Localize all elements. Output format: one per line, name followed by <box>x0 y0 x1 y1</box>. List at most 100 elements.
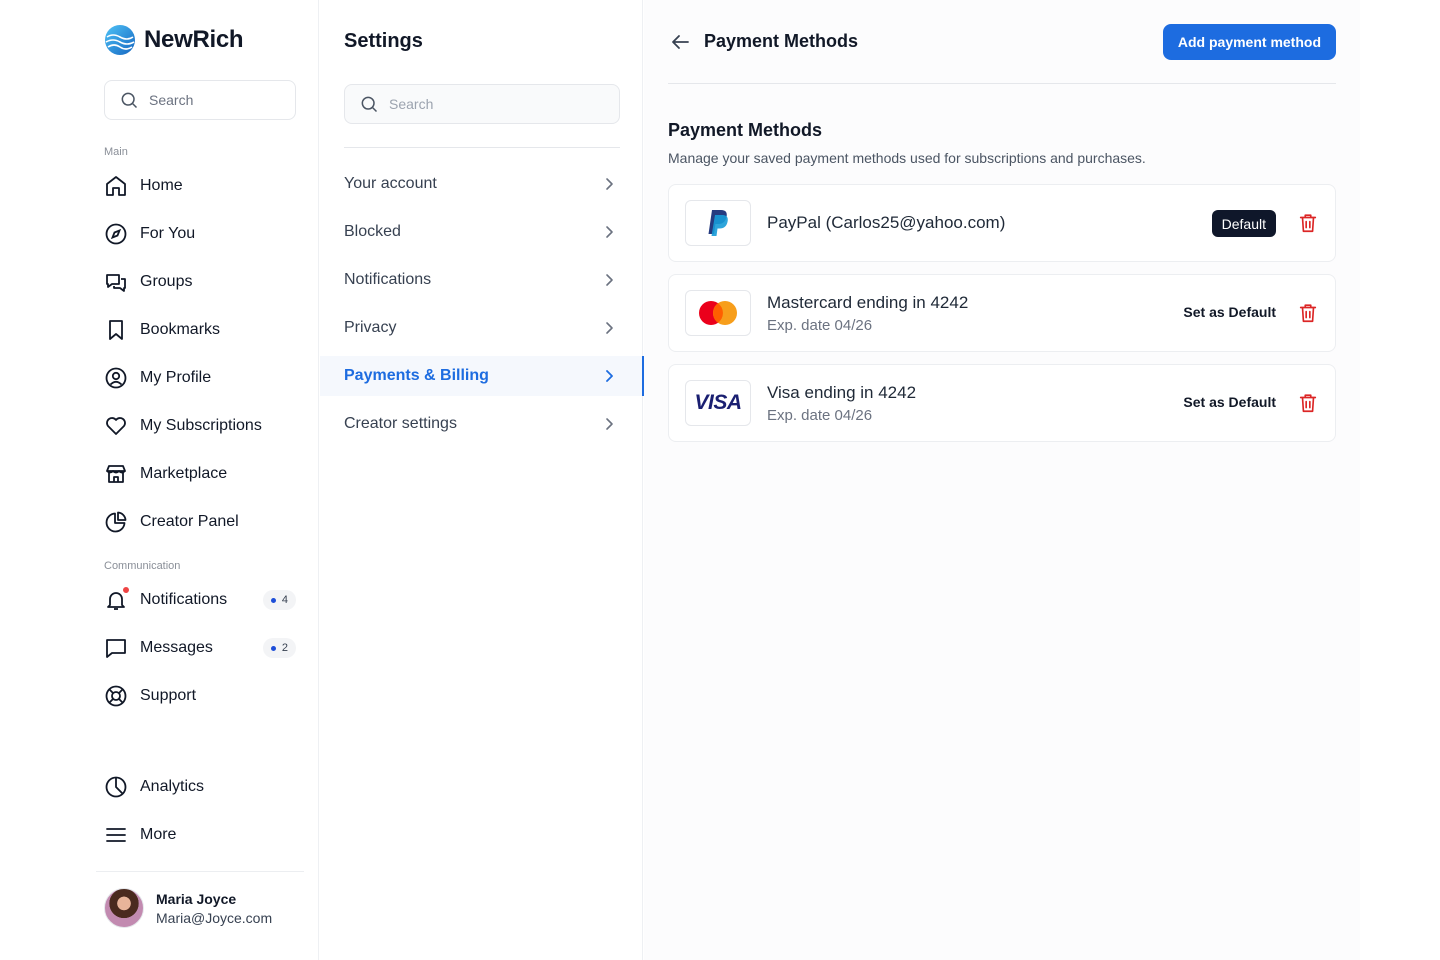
mastercard-icon <box>699 301 737 325</box>
section-label-communication: Communication <box>104 560 181 572</box>
nav-item-label: Support <box>140 687 197 704</box>
nav-item-notifications[interactable]: Notifications 4 <box>104 580 296 620</box>
nav-item-creator-panel[interactable]: Creator Panel <box>104 502 296 542</box>
nav-item-for-you[interactable]: For You <box>104 214 296 254</box>
settings-search-placeholder: Search <box>389 96 434 112</box>
payment-method-expiry: Exp. date 04/26 <box>767 317 873 334</box>
nav-item-label: Bookmarks <box>140 321 221 338</box>
section-label-main: Main <box>104 146 128 158</box>
trash-icon[interactable] <box>1297 302 1319 324</box>
brand-logo-icon <box>105 25 135 55</box>
nav-item-label: Creator Panel <box>140 513 239 530</box>
settings-item-label: Your account <box>344 175 437 192</box>
nav-item-label: For You <box>140 225 196 242</box>
paypal-icon <box>708 210 728 236</box>
user-circle-icon <box>105 367 127 389</box>
nav-item-my-subscriptions[interactable]: My Subscriptions <box>104 406 296 446</box>
settings-panel: Settings Search Your account Blocked Not… <box>320 0 644 960</box>
sidebar-search-placeholder: Search <box>149 92 194 108</box>
user-profile[interactable]: Maria Joyce Maria@Joyce.com <box>104 888 272 928</box>
settings-item-payments-billing[interactable]: Payments & Billing <box>320 356 644 396</box>
nav-item-label: Groups <box>140 273 193 290</box>
section-description: Manage your saved payment methods used f… <box>668 150 1146 166</box>
home-icon <box>106 176 126 196</box>
section-title: Payment Methods <box>668 120 823 140</box>
settings-divider <box>344 147 620 148</box>
nav-item-more[interactable]: More <box>104 815 296 855</box>
nav-item-label: Home <box>140 177 183 194</box>
nav-item-my-profile[interactable]: My Profile <box>104 358 296 398</box>
paypal-logo <box>685 200 751 246</box>
count-badge: 4 <box>262 590 296 610</box>
chevron-right-icon <box>606 226 613 238</box>
arrow-left-icon[interactable] <box>668 30 692 54</box>
sidebar-divider <box>96 871 304 872</box>
settings-item-privacy[interactable]: Privacy <box>320 308 643 348</box>
nav-item-marketplace[interactable]: Marketplace <box>104 454 296 494</box>
nav-item-messages[interactable]: Messages 2 <box>104 628 296 668</box>
nav-item-bookmarks[interactable]: Bookmarks <box>104 310 296 350</box>
chat-bubbles-icon <box>106 274 126 292</box>
add-payment-method-button[interactable]: Add payment method <box>1162 24 1336 60</box>
payment-method-card-visa: VISA Visa ending in 4242 Exp. date 04/26… <box>668 364 1336 442</box>
chevron-right-icon <box>606 418 613 430</box>
trash-icon[interactable] <box>1297 392 1319 414</box>
heart-icon <box>106 417 126 435</box>
main-header: Payment Methods Add payment method <box>668 0 1336 84</box>
search-icon <box>121 92 138 109</box>
chevron-right-icon <box>606 322 613 334</box>
nav-item-label: My Subscriptions <box>140 417 262 434</box>
nav-item-support[interactable]: Support <box>104 676 296 716</box>
chevron-right-icon <box>606 370 613 382</box>
analytics-icon <box>105 776 127 798</box>
visa-logo: VISA <box>685 380 751 426</box>
settings-item-label: Privacy <box>344 319 397 336</box>
brand[interactable]: NewRich <box>104 24 244 56</box>
nav-item-groups[interactable]: Groups <box>104 262 296 302</box>
nav-item-home[interactable]: Home <box>104 166 296 206</box>
sidebar-search-input[interactable]: Search <box>104 80 296 120</box>
menu-icon <box>106 828 126 842</box>
bookmark-icon <box>109 320 123 340</box>
settings-search-input[interactable]: Search <box>344 84 620 124</box>
set-as-default-button[interactable]: Set as Default <box>1183 394 1276 410</box>
nav-item-label: Analytics <box>140 778 205 795</box>
nav-item-label: Notifications <box>140 591 228 608</box>
settings-item-creator-settings[interactable]: Creator settings <box>320 404 643 444</box>
visa-logo-text: VISA <box>694 391 742 414</box>
chevron-right-icon <box>606 274 613 286</box>
payment-method-title: Mastercard ending in 4242 <box>767 293 969 312</box>
payment-method-title: Visa ending in 4242 <box>767 383 917 402</box>
default-badge: Default <box>1211 210 1276 237</box>
pie-chart-icon <box>105 511 127 533</box>
settings-item-your-account[interactable]: Your account <box>320 164 643 204</box>
notification-dot <box>123 587 129 593</box>
main-content: Payment Methods Add payment method Payme… <box>644 0 1360 960</box>
message-icon <box>106 639 126 658</box>
trash-icon[interactable] <box>1297 212 1319 234</box>
page-title: Payment Methods <box>704 31 859 51</box>
settings-item-blocked[interactable]: Blocked <box>320 212 643 252</box>
nav-item-label: Messages <box>140 639 213 656</box>
mastercard-logo <box>685 290 751 336</box>
nav-item-label: More <box>140 826 177 843</box>
chevron-right-icon <box>606 178 613 190</box>
compass-icon <box>105 223 127 245</box>
payment-method-card-mastercard: Mastercard ending in 4242 Exp. date 04/2… <box>668 274 1336 352</box>
set-as-default-button[interactable]: Set as Default <box>1183 304 1276 320</box>
settings-title: Settings <box>344 30 423 52</box>
brand-name: NewRich <box>144 26 244 53</box>
settings-item-label: Blocked <box>344 223 401 240</box>
settings-item-notifications[interactable]: Notifications <box>320 260 643 300</box>
nav-item-label: My Profile <box>140 369 212 386</box>
payment-method-title: PayPal (Carlos25@yahoo.com) <box>767 213 1006 232</box>
count-badge: 2 <box>262 638 296 658</box>
nav-item-analytics[interactable]: Analytics <box>104 767 296 807</box>
payment-method-card-paypal: PayPal (Carlos25@yahoo.com) Default <box>668 184 1336 262</box>
lifebuoy-icon <box>105 685 127 707</box>
settings-item-label: Notifications <box>344 271 432 288</box>
avatar <box>104 888 144 928</box>
payment-method-expiry: Exp. date 04/26 <box>767 407 873 424</box>
user-name: Maria Joyce <box>156 890 237 907</box>
store-icon <box>106 465 126 483</box>
